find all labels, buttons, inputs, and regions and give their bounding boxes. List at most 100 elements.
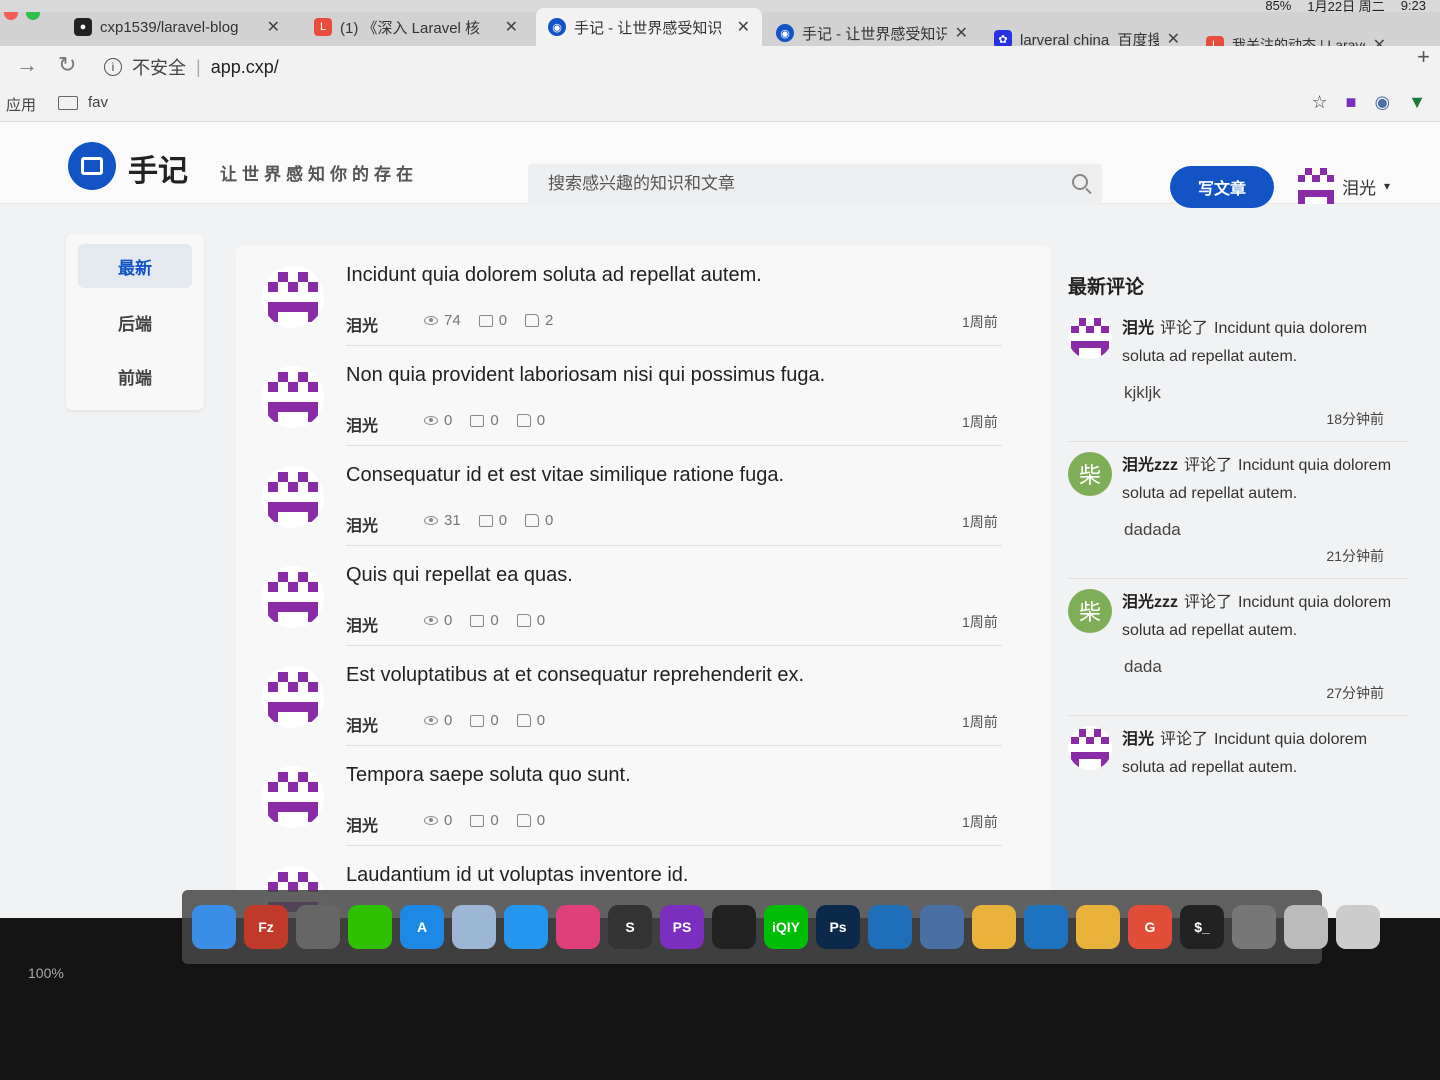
extension-icons: ☆ ■ ◉ ▼ [1311,92,1426,113]
comment-count: 0 [478,312,507,329]
forward-icon[interactable]: → [16,52,38,78]
bookmark-folder[interactable]: fav [58,94,108,111]
thumbs-up-icon [516,414,531,427]
avatar[interactable] [262,566,324,628]
shark-icon[interactable] [868,905,912,949]
avatar[interactable] [262,266,324,328]
article-title[interactable]: Tempora saepe soluta quo sunt. [346,764,631,787]
sublime-icon[interactable]: S [608,905,652,949]
article-author[interactable]: 泪光 [346,812,378,836]
article-author[interactable]: 泪光 [346,712,378,736]
url-text[interactable]: app.cxp/ [211,57,279,78]
identicon-image [262,266,324,328]
article-item[interactable]: Quis qui repellat ea quas. 泪光 0 0 0 1周前 [236,546,1050,646]
tab-close-icon[interactable]: ✕ [955,23,968,43]
avatar[interactable] [1068,315,1112,359]
user-menu[interactable]: 泪光 ▾ [1298,168,1390,204]
launchpad-icon[interactable] [296,905,340,949]
iqiyi-icon[interactable]: iQIY [764,905,808,949]
filezilla-icon[interactable]: Fz [244,905,288,949]
article-author[interactable]: 泪光 [346,412,378,436]
folder-icon [58,95,78,110]
comment-user[interactable]: 泪光 [1122,320,1154,337]
tab-close-icon[interactable]: ✕ [267,17,280,37]
browser-tab-active[interactable]: ◉ 手记 - 让世界感受知识 ✕ [536,8,762,46]
article-author[interactable]: 泪光 [346,512,378,536]
date-text: 1月22日 周二 [1307,0,1385,14]
avatar[interactable]: 柴 [1068,452,1112,496]
search-input[interactable] [528,164,1048,204]
tab-close-icon[interactable]: ✕ [505,17,518,37]
avatar[interactable] [262,766,324,828]
tab-title: cxp1539/laravel-blog [100,18,239,36]
search-box [528,164,1102,204]
article-item[interactable]: Incidunt quia dolorem soluta ad repellat… [236,246,1050,346]
category-frontend[interactable]: 前端 [78,354,192,398]
search-icon[interactable] [1072,174,1088,190]
site-logo-icon[interactable] [68,142,116,190]
article-author[interactable]: 泪光 [346,612,378,636]
article-item[interactable]: Tempora saepe soluta quo sunt. 泪光 0 0 0 1周前 [236,746,1050,846]
terminal-icon[interactable]: $_ [1180,905,1224,949]
qq-icon[interactable] [712,905,756,949]
finder-icon[interactable] [192,905,236,949]
article-title[interactable]: Est voluptatibus at et consequatur repre… [346,664,804,687]
extension-icon[interactable]: ◉ [1374,92,1390,113]
sequel-icon[interactable] [1284,905,1328,949]
bookmark-apps[interactable]: 应用 [6,94,36,115]
appstore-icon[interactable]: A [400,905,444,949]
tab-close-icon[interactable]: ✕ [737,17,750,37]
browser-tab[interactable]: ● cxp1539/laravel-blog ✕ [62,8,292,46]
comment-icon [470,614,485,627]
article-title[interactable]: Non quia provident laboriosam nisi qui p… [346,364,825,387]
chrome-icon[interactable] [972,905,1016,949]
new-tab-icon[interactable]: + [1417,44,1430,70]
article-title[interactable]: Incidunt quia dolorem soluta ad repellat… [346,264,762,287]
site-logo-text[interactable]: 手记 [128,146,188,190]
record-icon[interactable] [556,905,600,949]
article-item[interactable]: Est voluptatibus at et consequatur repre… [236,646,1050,746]
comment-user[interactable]: 泪光zzz [1122,594,1178,611]
article-author[interactable]: 泪光 [346,312,378,336]
article-title[interactable]: Consequatur id et est vitae similique ra… [346,464,784,487]
avatar[interactable] [262,666,324,728]
address-bar[interactable]: i 不安全 | app.cxp/ [104,52,279,82]
star-icon[interactable]: ☆ [1311,92,1327,113]
comment-user[interactable]: 泪光 [1122,731,1154,748]
article-item[interactable]: Non quia provident laboriosam nisi qui p… [236,346,1050,446]
article-title[interactable]: Laudantium id ut voluptas inventore id. [346,864,688,887]
browser-tab[interactable]: L (1) 《深入 Laravel 核 ✕ [302,8,530,46]
duck-icon[interactable] [1076,905,1120,949]
preview-icon[interactable] [452,905,496,949]
site-slogan: 让世界感知你的存在 [220,165,418,184]
comment-count: 0 [478,512,507,529]
docker-icon[interactable] [504,905,548,949]
avatar[interactable]: 柴 [1068,589,1112,633]
avatar[interactable] [1068,726,1112,770]
vscode-icon[interactable] [1024,905,1068,949]
phpstorm-icon[interactable]: PS [660,905,704,949]
eye-icon [424,416,438,425]
info-icon[interactable]: i [104,58,122,76]
comment-target-link[interactable]: Incidunt quia dolorem soluta ad repellat… [1122,320,1367,365]
extension-icon[interactable]: ■ [1346,92,1357,113]
comment-target-link[interactable]: Incidunt quia dolorem soluta ad repellat… [1122,731,1367,776]
article-title[interactable]: Quis qui repellat ea quas. [346,564,573,587]
virtualbox-icon[interactable] [920,905,964,949]
avatar[interactable] [262,366,324,428]
trash-icon[interactable] [1336,905,1380,949]
wechat-icon[interactable] [348,905,392,949]
like-count: 0 [525,512,553,529]
category-backend[interactable]: 后端 [78,300,192,344]
article-item[interactable]: Consequatur id et est vitae similique ra… [236,446,1050,546]
photoshop-icon[interactable]: Ps [816,905,860,949]
reload-icon[interactable]: ↻ [58,52,76,78]
comment-user[interactable]: 泪光zzz [1122,457,1178,474]
write-article-button[interactable]: 写文章 [1170,166,1274,208]
git-icon[interactable]: G [1128,905,1172,949]
settings-icon[interactable] [1232,905,1276,949]
avatar[interactable] [262,466,324,528]
like-count: 0 [516,412,545,429]
vue-devtools-icon[interactable]: ▼ [1408,92,1426,113]
category-latest[interactable]: 最新 [78,244,192,288]
